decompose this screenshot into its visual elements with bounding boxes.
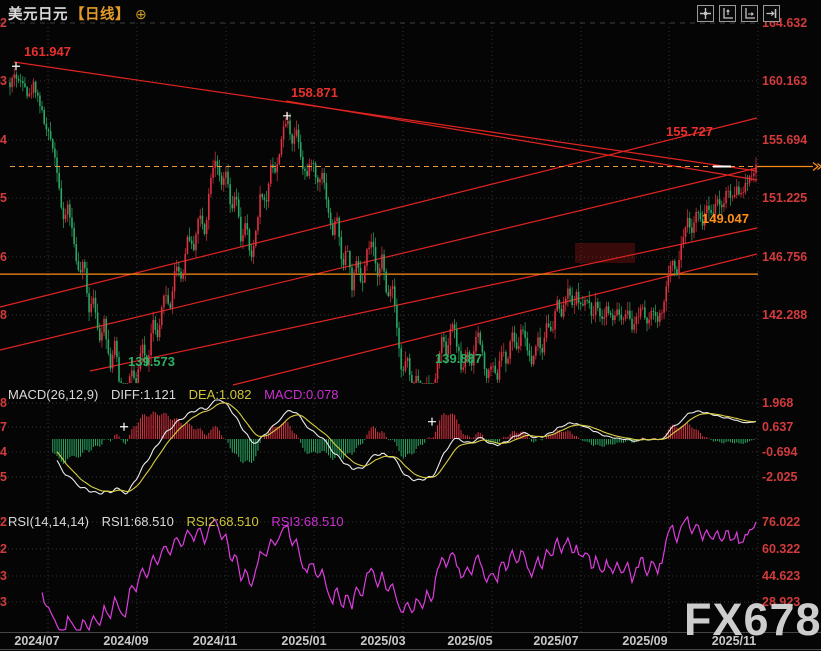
- price-annotation: 139.887: [435, 351, 482, 366]
- date-axis-tick: 2025/09: [622, 634, 667, 648]
- trendline: [90, 228, 757, 371]
- price-axis-clipped-digit: 8: [0, 308, 11, 322]
- go-to-end-icon: [765, 7, 778, 20]
- date-axis-tick: 2024/11: [193, 634, 238, 648]
- title-bar: 美元日元【日线】 ⊕: [8, 3, 147, 24]
- rsi-axis-tick: 44.623: [762, 569, 800, 583]
- macd-dea-value: DEA:1.082: [189, 387, 252, 402]
- macd-axis-tick: 1.968: [762, 396, 793, 410]
- price-tag-arrow-icon: [813, 162, 821, 170]
- rsi-header: RSI(14,14,14) RSI1:68.510 RSI2:68.510 RS…: [8, 514, 353, 529]
- date-axis-tick: 2025/03: [360, 634, 405, 648]
- price-axis-tick: 160.163: [762, 74, 807, 88]
- price-axis-clipped-digit: 3: [0, 74, 11, 88]
- rsi-axis-tick: 76.022: [762, 515, 800, 529]
- candlestick-layer: [9, 68, 757, 384]
- rsi1-value: RSI1:68.510: [102, 514, 174, 529]
- trendline: [0, 168, 757, 350]
- axis-scale-up-icon: [721, 7, 734, 20]
- price-annotation: 149.047: [702, 211, 749, 226]
- macd-axis-clipped-digit: 7: [0, 420, 11, 434]
- date-axis-tick: 2025/11: [712, 634, 757, 648]
- swing-point-cross-icon: [120, 423, 128, 431]
- macd-axis-clipped-digit: 5: [0, 470, 11, 484]
- scale-y-button[interactable]: [719, 5, 736, 22]
- swing-point-cross-icon: [12, 62, 20, 70]
- rsi-line: [42, 517, 756, 630]
- macd-hist-value: MACD:0.078: [264, 387, 338, 402]
- price-annotation: 139.573: [128, 354, 175, 369]
- date-axis-tick: 2024/09: [103, 634, 148, 648]
- rsi-axis-clipped-digit: 3: [0, 595, 11, 609]
- goto-latest-button[interactable]: [763, 5, 780, 22]
- price-annotation: 161.947: [24, 44, 71, 59]
- macd-axis-tick: 0.637: [762, 420, 793, 434]
- period-label: 【日线】: [70, 7, 130, 23]
- axis-scale-right-icon: [743, 7, 756, 20]
- date-axis-tick: 2025/07: [533, 634, 578, 648]
- chart-toolbar: [697, 5, 780, 22]
- symbol-title: 美元日元: [8, 7, 68, 23]
- swing-point-cross-icon: [428, 418, 436, 426]
- price-annotation: 155.727: [666, 124, 713, 139]
- price-axis-clipped-digit: 5: [0, 191, 11, 205]
- date-axis-tick: 2025/05: [447, 634, 492, 648]
- rsi-axis-clipped-digit: 3: [0, 569, 11, 583]
- macd-axis-tick: -0.694: [762, 445, 797, 459]
- price-annotation: 158.871: [291, 85, 338, 100]
- rsi-axis-tick: 60.322: [762, 542, 800, 556]
- rsi-axis-clipped-digit: 2: [0, 542, 11, 556]
- price-axis-tick: 142.288: [762, 308, 807, 322]
- date-axis-tick: 2025/01: [281, 634, 326, 648]
- macd-params: MACD(26,12,9): [8, 387, 98, 402]
- price-axis-clipped-digit: 6: [0, 250, 11, 264]
- rsi3-value: RSI3:68.510: [271, 514, 343, 529]
- macd-axis-clipped-digit: 4: [0, 445, 11, 459]
- zoom-out-icon[interactable]: ⊕: [135, 6, 147, 22]
- macd-header: MACD(26,12,9) DIFF:1.121 DEA:1.082 MACD:…: [8, 387, 348, 402]
- scale-x-button[interactable]: [741, 5, 758, 22]
- price-axis-tick: 155.694: [762, 133, 807, 147]
- chart-window: 美元日元【日线】⊕ MACD: [0, 0, 821, 651]
- trendline: [14, 62, 757, 171]
- macd-diff-line: [57, 400, 756, 494]
- trendline: [0, 118, 757, 307]
- rsi-axis-tick: 28.923: [762, 595, 800, 609]
- date-axis-tick: 2024/07: [14, 634, 59, 648]
- rsi-params: RSI(14,14,14): [8, 514, 89, 529]
- macd-diff-value: DIFF:1.121: [111, 387, 176, 402]
- price-axis-tick: 151.225: [762, 191, 807, 205]
- chart-canvas[interactable]: [0, 0, 821, 651]
- crosshair-icon: [699, 7, 712, 20]
- macd-axis-tick: -2.025: [762, 470, 797, 484]
- rsi2-value: RSI2:68.510: [186, 514, 258, 529]
- crosshair-button[interactable]: [697, 5, 714, 22]
- price-axis-tick: 146.756: [762, 250, 807, 264]
- price-axis-clipped-digit: 4: [0, 133, 11, 147]
